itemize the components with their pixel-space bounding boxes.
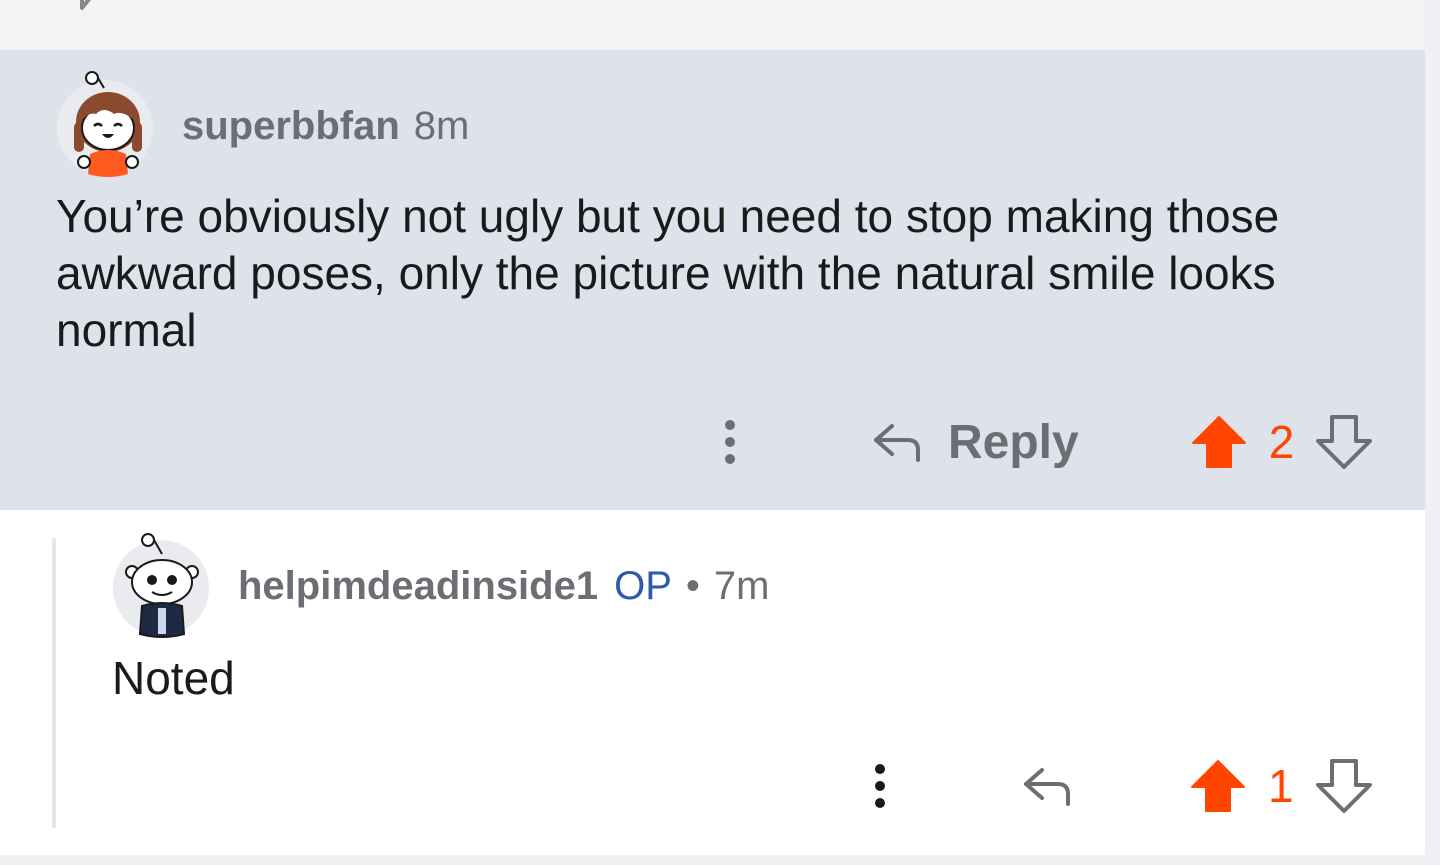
downvote-button[interactable] [1315, 759, 1372, 813]
timestamp: 8m [413, 104, 470, 148]
comment-body: Noted [112, 652, 235, 704]
avatar[interactable] [112, 533, 210, 638]
reply-button[interactable] [1020, 764, 1072, 808]
username[interactable]: superbbfan [182, 104, 400, 149]
downvote-arrow-icon [1315, 759, 1372, 813]
avatar-snoo-icon [113, 533, 209, 638]
comment-helpimdeadinside1: helpimdeadinside1 OP • 7m Noted 1 [0, 510, 1425, 855]
divider [0, 855, 1425, 865]
upvote-button[interactable] [1191, 415, 1247, 469]
op-badge: OP [614, 564, 672, 608]
previous-comment-footer [0, 0, 1425, 50]
meta-separator: • [685, 564, 700, 608]
downvote-button[interactable] [1316, 415, 1373, 469]
reply-button[interactable]: Reply [870, 415, 1079, 470]
more-options-button[interactable] [850, 756, 910, 816]
comment-meta: superbbfan 8m [182, 104, 469, 149]
comment-actions: 1 [850, 756, 1372, 816]
username[interactable]: helpimdeadinside1 [238, 564, 598, 609]
upvote-arrow-icon [1191, 416, 1246, 468]
avatar[interactable] [56, 71, 154, 177]
upvote-arrow-icon [1191, 760, 1245, 812]
thread-indent-line[interactable] [52, 538, 56, 828]
reply-arrow-icon [874, 424, 920, 462]
comment-actions: Reply 2 [700, 412, 1373, 472]
vote-score: 1 [1268, 760, 1294, 812]
comment-body: You’re obviously not ugly but you need t… [56, 190, 1280, 356]
chat-icon[interactable] [60, 0, 120, 16]
upvote-button[interactable] [1190, 759, 1246, 813]
downvote-arrow-icon [1316, 415, 1373, 469]
reply-label: Reply [948, 415, 1079, 469]
more-vertical-icon [725, 420, 735, 464]
avatar-girl-icon [57, 71, 153, 177]
reply-arrow-icon [1024, 768, 1070, 806]
vote-score: 2 [1268, 416, 1295, 468]
comment-superbbfan: superbbfan 8m You’re obviously not ugly … [0, 50, 1425, 510]
more-vertical-icon [875, 764, 885, 808]
more-options-button[interactable] [700, 412, 760, 472]
scroll-gutter [1425, 0, 1440, 865]
comment-thread: superbbfan 8m You’re obviously not ugly … [0, 0, 1440, 865]
timestamp: 7m [713, 564, 770, 608]
comment-meta: helpimdeadinside1 OP • 7m [238, 564, 770, 609]
